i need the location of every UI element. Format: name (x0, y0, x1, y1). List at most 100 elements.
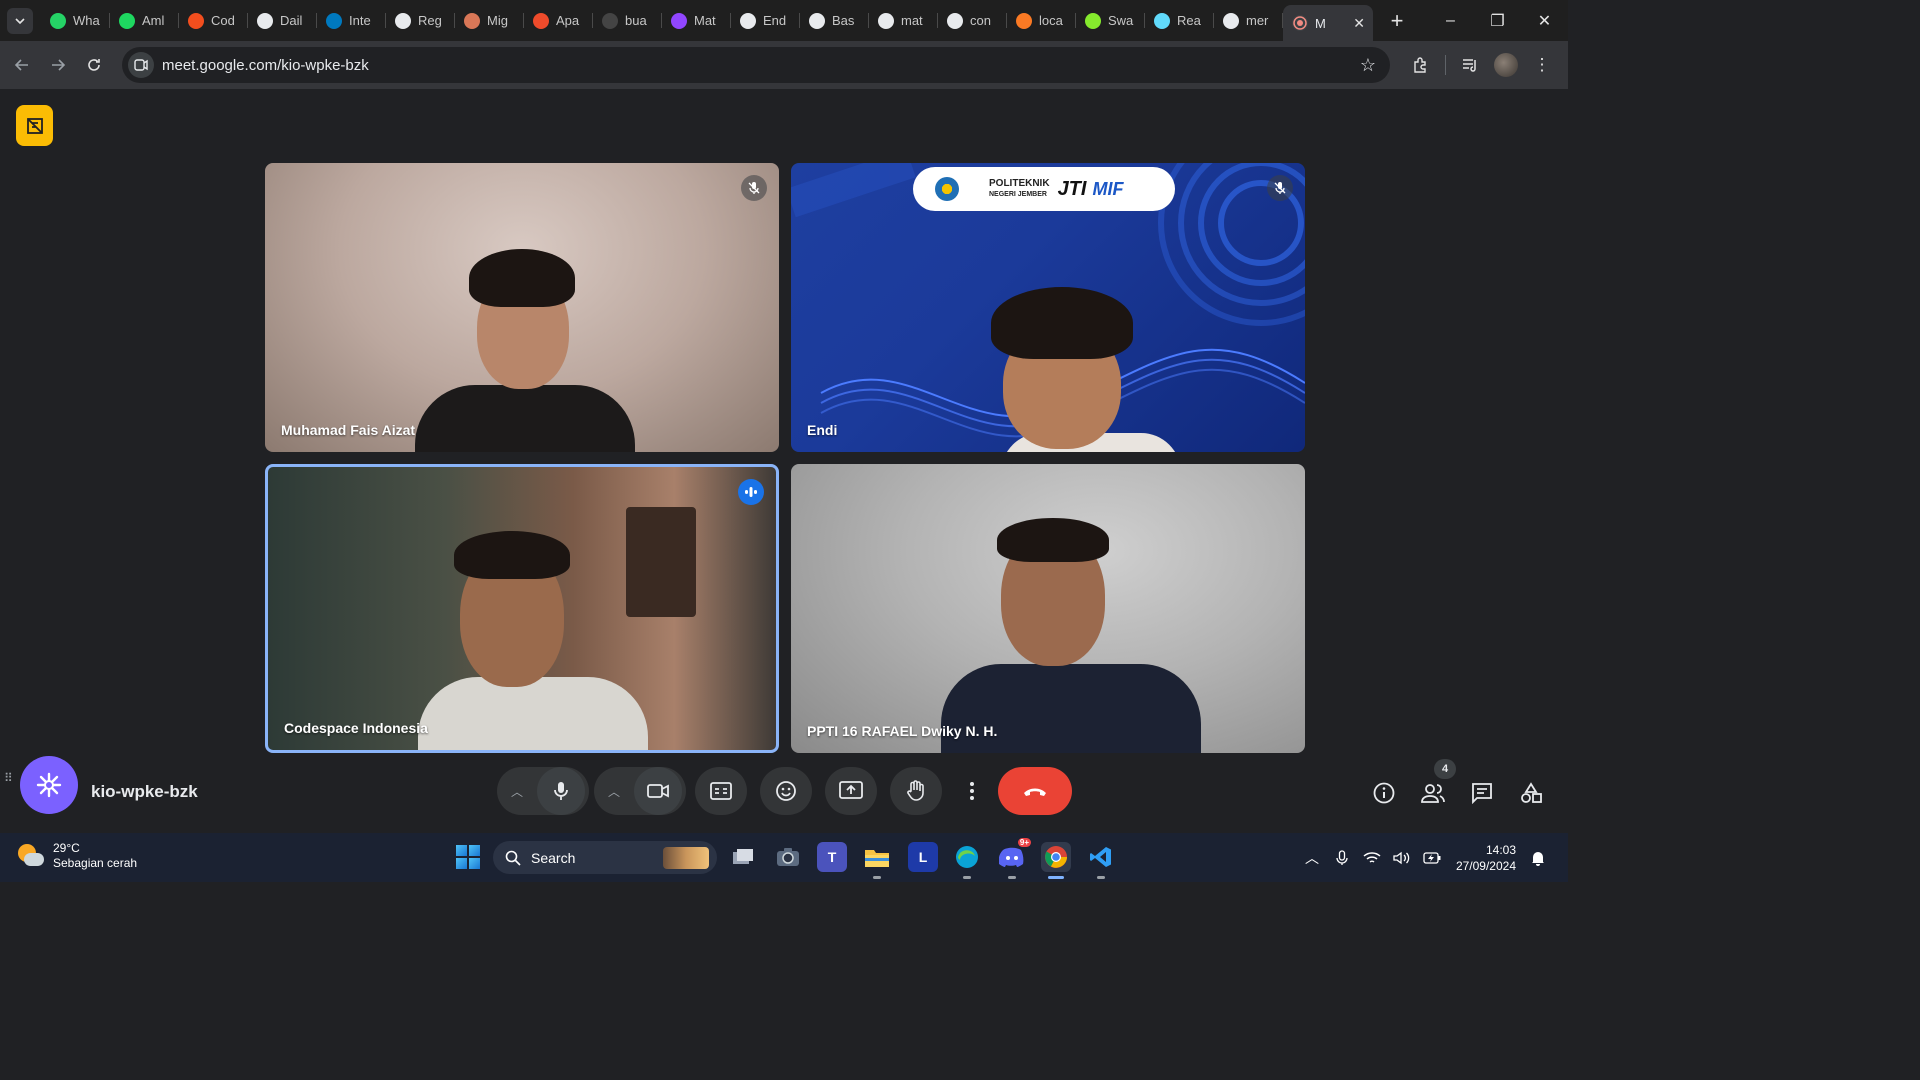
browser-tab[interactable]: Mat (662, 0, 731, 41)
tab-active-meet[interactable]: M ✕ (1283, 5, 1373, 41)
raise-hand-button[interactable] (890, 767, 942, 815)
new-tab-button[interactable]: + (1383, 7, 1411, 35)
volume-icon[interactable] (1390, 846, 1414, 870)
notification-bell-icon[interactable] (1526, 846, 1550, 870)
meeting-details-button[interactable] (1369, 778, 1399, 808)
trello-icon (326, 12, 342, 29)
tab-search-button[interactable] (7, 7, 33, 34)
camera-toggle-button[interactable] (634, 767, 682, 815)
media-control-icon[interactable] (1452, 47, 1488, 83)
bookmark-star-icon[interactable]: ☆ (1360, 55, 1376, 76)
taskbar-search[interactable]: Search (493, 841, 717, 874)
profile-avatar[interactable] (1488, 47, 1524, 83)
browser-tab[interactable]: Swa (1076, 0, 1145, 41)
browser-tab[interactable]: Dail (248, 0, 317, 41)
address-bar[interactable]: meet.google.com/kio-wpke-bzk ☆ (122, 47, 1390, 83)
clock[interactable]: 14:03 27/09/2024 (1456, 842, 1516, 874)
browser-tab[interactable]: Wha (41, 0, 110, 41)
activities-panel-button[interactable] (1516, 778, 1546, 808)
restore-button[interactable]: ❐ (1474, 0, 1521, 41)
show-hidden-icons-chevron-icon[interactable]: ︿ (1300, 846, 1324, 870)
extensions-icon[interactable] (1403, 47, 1439, 83)
participant-tile-active-speaker[interactable]: Codespace Indonesia (265, 464, 779, 753)
participant-name: Muhamad Fais Aizat (281, 422, 416, 438)
tab-label: Apa (556, 13, 580, 28)
tab-label: Mat (694, 13, 716, 28)
people-button[interactable] (1418, 778, 1448, 808)
reactions-button[interactable] (760, 767, 812, 815)
url-text: meet.google.com/kio-wpke-bzk (162, 56, 369, 74)
chrome-icon[interactable] (1041, 842, 1071, 872)
weather-temperature: 29°C (53, 841, 80, 855)
browser-tab[interactable]: Cod (179, 0, 248, 41)
tab-strip: Wha Aml Cod Dail Inte Reg Mig Apa bua Mat End Bas ma… (0, 0, 1568, 41)
tab-label: Dail (280, 13, 303, 28)
browser-tab[interactable]: mat (869, 0, 938, 41)
back-button[interactable] (4, 47, 40, 83)
search-highlight-icon (663, 847, 709, 869)
forward-button[interactable] (40, 47, 76, 83)
wifi-icon[interactable] (1360, 846, 1384, 870)
browser-tab[interactable]: Aml (110, 0, 179, 41)
discord-icon[interactable]: 9+ (997, 838, 1031, 872)
claude-icon (464, 12, 480, 29)
chat-icon (1472, 783, 1492, 804)
tab-list: Wha Aml Cod Dail Inte Reg Mig Apa bua Mat End Bas ma… (41, 0, 1283, 41)
browser-tab[interactable]: Rea (1145, 0, 1214, 41)
browser-tab[interactable]: Apa (524, 0, 593, 41)
reload-button[interactable] (76, 47, 112, 83)
emoji-icon (776, 781, 796, 801)
search-icon (505, 850, 521, 866)
video-options-chevron-icon[interactable]: ︿ (608, 783, 620, 800)
edge-icon[interactable] (952, 842, 982, 872)
vscode-running-indicator (1097, 876, 1105, 879)
browser-tab[interactable]: Mig (455, 0, 524, 41)
browser-tab[interactable]: con (938, 0, 1007, 41)
file-explorer-icon[interactable] (862, 842, 892, 872)
captions-button[interactable] (695, 767, 747, 815)
present-screen-button[interactable] (825, 767, 877, 815)
participant-tile[interactable]: Muhamad Fais Aizat (265, 163, 779, 452)
windows-taskbar: 29°C Sebagian cerah Search T L 9+ ︿ 14:0… (0, 833, 1568, 882)
browser-tab[interactable]: loca (1007, 0, 1076, 41)
minimize-button[interactable]: – (1427, 0, 1474, 41)
participant-tile[interactable]: PPTI 16 RAFAEL Dwiky N. H. (791, 464, 1305, 753)
teams-icon[interactable]: T (817, 842, 847, 872)
drag-handle-icon[interactable]: ⠿ (4, 772, 13, 784)
launcher-l-icon[interactable]: L (908, 842, 938, 872)
browser-tab[interactable]: Inte (317, 0, 386, 41)
chat-button[interactable] (1467, 778, 1497, 808)
close-tab-icon[interactable]: ✕ (1353, 15, 1365, 32)
xampp-icon (1016, 12, 1032, 29)
hand-icon (907, 780, 924, 801)
task-view-icon[interactable] (728, 842, 758, 872)
participant-tile[interactable]: POLITEKNIK NEGERI JEMBER JTI MIF Endi (791, 163, 1305, 452)
activities-button[interactable] (20, 756, 78, 814)
browser-tab[interactable]: Reg (386, 0, 455, 41)
mic-toggle-button[interactable] (537, 767, 585, 815)
leave-call-button[interactable] (998, 767, 1072, 815)
close-window-button[interactable]: ✕ (1521, 0, 1568, 41)
tab-label: Cod (211, 13, 235, 28)
browser-tab[interactable]: bua (593, 0, 662, 41)
tab-label: Swa (1108, 13, 1134, 28)
microphone-in-use-icon[interactable] (1330, 846, 1354, 870)
battery-charging-icon[interactable] (1420, 846, 1444, 870)
browser-tab[interactable]: mer (1214, 0, 1283, 41)
browser-tab[interactable]: Bas (800, 0, 869, 41)
more-options-button[interactable] (957, 767, 987, 815)
weather-widget[interactable]: 29°C Sebagian cerah (16, 841, 137, 871)
chevron-down-icon (15, 17, 25, 24)
tab-label: Wha (73, 13, 100, 28)
vscode-icon[interactable] (1086, 842, 1116, 872)
site-info-icon[interactable] (128, 52, 154, 78)
audio-options-chevron-icon[interactable]: ︿ (511, 783, 523, 800)
sticky-note-icon[interactable] (16, 105, 53, 146)
dot-icon (602, 12, 618, 29)
camera-app-icon[interactable] (773, 842, 803, 872)
search-label: Search (531, 849, 576, 866)
menu-kebab-icon[interactable]: ⋮ (1524, 47, 1560, 83)
browser-tab[interactable]: End (731, 0, 800, 41)
google-icon (947, 12, 963, 29)
start-button[interactable] (452, 841, 484, 873)
